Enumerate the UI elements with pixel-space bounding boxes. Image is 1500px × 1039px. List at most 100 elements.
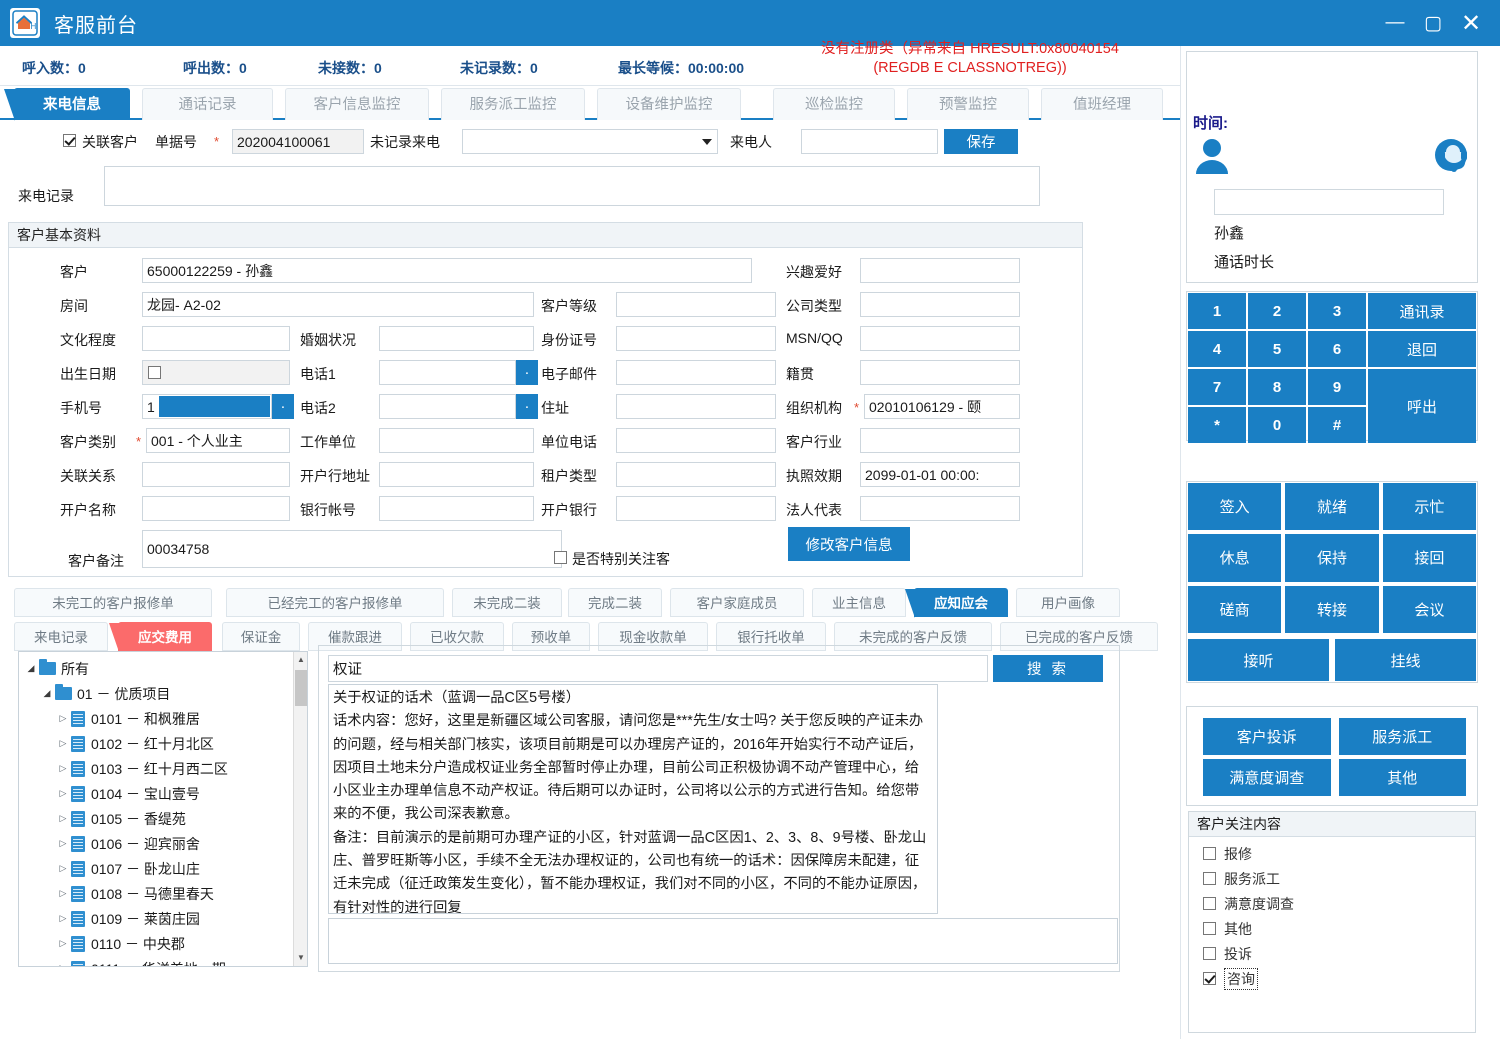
expand-arrow-icon[interactable]: ▷ [55, 738, 71, 749]
collapse-arrow-icon[interactable]: ◢ [23, 663, 39, 674]
collapse-arrow-icon[interactable]: ◢ [39, 688, 55, 699]
focus-checkbox-3[interactable] [1203, 922, 1216, 935]
keypad-key-9[interactable]: 9 [1308, 369, 1366, 405]
expand-arrow-icon[interactable]: ▷ [55, 888, 71, 899]
unrecorded-call-input[interactable] [462, 129, 718, 154]
agent-function-7[interactable]: 转接 [1285, 585, 1379, 633]
business-action-0[interactable]: 客户投诉 [1203, 718, 1331, 755]
focus-item[interactable]: 报修 [1189, 841, 1475, 866]
tree-scrollbar[interactable]: ▲ ▼ [293, 652, 307, 966]
keypad-key-#[interactable]: # [1308, 407, 1366, 443]
field-input-7[interactable] [616, 326, 776, 351]
sub-tab-r2-6[interactable]: 现金收款单 [598, 622, 708, 651]
dial-dot-button-14[interactable]: . [516, 394, 538, 419]
field-input-9[interactable] [142, 360, 290, 385]
tree-item[interactable]: ◢ 所有 [23, 656, 307, 681]
tree-item[interactable]: ▷ 0110 － 中央郡 [23, 931, 307, 956]
focus-item[interactable]: 满意度调查 [1189, 891, 1475, 916]
sub-tab-r1-1[interactable]: 已经完工的客户报修单 [226, 588, 444, 617]
sub-tab-r1-4[interactable]: 客户家庭成员 [670, 588, 804, 617]
keypad-side-1[interactable]: 退回 [1368, 331, 1476, 367]
tree-item[interactable]: ▷ 0109 － 莱茵庄园 [23, 906, 307, 931]
sub-tab-r2-1[interactable]: 应交费用 [109, 622, 212, 652]
sub-tab-r1-3[interactable]: 完成二装 [568, 588, 662, 617]
tree-item[interactable]: ◢ 01 － 优质项目 [23, 681, 307, 706]
unrecorded-call-combo[interactable] [462, 129, 718, 154]
birthdate-checkbox[interactable] [148, 366, 161, 379]
script-content-box[interactable]: 关于权证的话术（蓝调一品C区5号楼） 话术内容：您好，这里是新疆区域公司客服，请… [328, 684, 938, 914]
script-note-input[interactable] [328, 918, 1118, 964]
field-input-23[interactable] [616, 462, 776, 487]
expand-arrow-icon[interactable]: ▷ [55, 913, 71, 924]
sub-tab-r2-0[interactable]: 来电记录 [14, 622, 108, 651]
main-tab-1[interactable]: 通话记录 [142, 88, 273, 120]
answer-button[interactable]: 接听 [1188, 639, 1329, 681]
keypad-side-0[interactable]: 通讯录 [1368, 293, 1476, 329]
expand-arrow-icon[interactable]: ▷ [55, 838, 71, 849]
doc-no-input[interactable] [232, 129, 364, 154]
search-button[interactable]: 搜 索 [993, 655, 1103, 682]
business-action-3[interactable]: 其他 [1338, 759, 1466, 796]
keypad-key-*[interactable]: * [1188, 407, 1246, 443]
agent-function-5[interactable]: 接回 [1382, 534, 1476, 582]
agent-function-0[interactable]: 签入 [1188, 483, 1282, 531]
field-input-26[interactable] [379, 496, 534, 521]
main-tab-0[interactable]: 来电信息 [4, 88, 130, 121]
keypad-key-6[interactable]: 6 [1308, 331, 1366, 367]
focus-item[interactable]: 其他 [1189, 916, 1475, 941]
tree-item[interactable]: ▷ 0102 － 红十月北区 [23, 731, 307, 756]
field-input-22[interactable] [379, 462, 534, 487]
expand-arrow-icon[interactable]: ▷ [55, 713, 71, 724]
field-input-18[interactable] [379, 428, 534, 453]
main-tab-2[interactable]: 客户信息监控 [285, 88, 429, 120]
business-action-1[interactable]: 服务派工 [1338, 718, 1466, 755]
sub-tab-r1-5[interactable]: 业主信息 [812, 588, 906, 617]
field-input-0[interactable] [142, 258, 752, 283]
sub-tab-r2-2[interactable]: 保证金 [222, 622, 300, 651]
tree-item[interactable]: ▷ 0104 － 宝山壹号 [23, 781, 307, 806]
main-tab-3[interactable]: 服务派工监控 [441, 88, 585, 120]
field-input-2[interactable] [142, 292, 534, 317]
tree-item[interactable]: ▷ 0107 － 卧龙山庄 [23, 856, 307, 881]
field-input-16[interactable] [864, 394, 1020, 419]
agent-function-8[interactable]: 会议 [1382, 585, 1476, 633]
scroll-down-icon[interactable]: ▼ [294, 950, 307, 966]
sub-tab-r2-5[interactable]: 预收单 [512, 622, 590, 651]
business-action-2[interactable]: 满意度调查 [1203, 759, 1331, 796]
remark-input[interactable] [142, 530, 562, 568]
keypad-key-1[interactable]: 1 [1188, 293, 1246, 329]
focus-item[interactable]: 投诉 [1189, 941, 1475, 966]
agent-function-2[interactable]: 示忙 [1382, 483, 1476, 531]
tree-item[interactable]: ▷ 0106 － 迎宾丽舍 [23, 831, 307, 856]
close-button[interactable]: ✕ [1452, 0, 1490, 46]
focus-checkbox-4[interactable] [1203, 947, 1216, 960]
field-input-5[interactable] [142, 326, 290, 351]
keypad-key-4[interactable]: 4 [1188, 331, 1246, 367]
keypad-key-2[interactable]: 2 [1248, 293, 1306, 329]
field-input-10[interactable] [379, 360, 516, 385]
hangup-button[interactable]: 挂线 [1335, 639, 1476, 681]
focus-checkbox-5[interactable] [1203, 972, 1216, 985]
scroll-thumb[interactable] [295, 670, 307, 706]
main-tab-7[interactable]: 值班经理 [1041, 88, 1163, 120]
expand-arrow-icon[interactable]: ▷ [55, 813, 71, 824]
main-tab-5[interactable]: 巡检监控 [773, 88, 895, 120]
focus-item[interactable]: 服务派工 [1189, 866, 1475, 891]
agent-name-input[interactable] [1214, 189, 1444, 215]
expand-arrow-icon[interactable]: ▷ [55, 788, 71, 799]
sub-tab-r1-2[interactable]: 未完成二装 [452, 588, 562, 617]
sub-tab-r1-0[interactable]: 未完工的客户报修单 [14, 588, 212, 617]
focus-checkbox-0[interactable] [1203, 847, 1216, 860]
field-input-17[interactable] [146, 428, 290, 453]
scroll-up-icon[interactable]: ▲ [294, 652, 307, 668]
field-input-25[interactable] [142, 496, 290, 521]
keypad-key-3[interactable]: 3 [1308, 293, 1366, 329]
tree-item[interactable]: ▷ 0101 － 和枫雅居 [23, 706, 307, 731]
dial-dot-button-13[interactable]: . [272, 394, 294, 419]
agent-function-6[interactable]: 磋商 [1188, 585, 1282, 633]
field-input-1[interactable] [860, 258, 1020, 283]
field-input-3[interactable] [616, 292, 776, 317]
keypad-key-8[interactable]: 8 [1248, 369, 1306, 405]
agent-function-4[interactable]: 保持 [1285, 534, 1379, 582]
tree-item[interactable]: ▷ 0103 － 红十月西二区 [23, 756, 307, 781]
